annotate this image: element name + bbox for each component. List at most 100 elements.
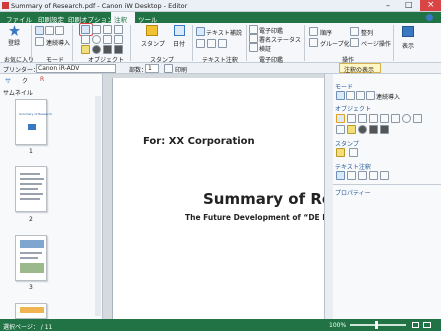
circle-icon[interactable]	[92, 35, 101, 44]
document-viewport: For: XX Corporation Summary of Rese The …	[103, 74, 324, 319]
annotations-toggle-label[interactable]: 注釈の表示	[344, 65, 374, 74]
thumbnail-page-4[interactable]	[15, 303, 47, 319]
arrange-icon[interactable]	[350, 27, 359, 36]
thumbnail-panel: サ ク R サムネイル Summary of Research 1 2 3	[0, 74, 103, 319]
objects-header: オブジェクト	[335, 106, 372, 113]
panel-tab-3[interactable]: R	[40, 76, 44, 83]
print-icon[interactable]	[164, 64, 173, 73]
panel-text-icon[interactable]	[336, 114, 345, 123]
date-icon[interactable]	[174, 25, 185, 36]
text-annotation-small-1[interactable]	[196, 39, 205, 48]
properties-header: プロパティー	[335, 190, 371, 197]
e-seal-label[interactable]: 電子印鑑	[259, 26, 283, 35]
window-title: Summary of Research.pdf - Canon iW Deskt…	[11, 2, 188, 10]
signature-status-icon[interactable]	[249, 34, 258, 43]
arrange-label[interactable]: 整列	[361, 28, 373, 37]
panel-date-icon[interactable]	[349, 148, 358, 157]
close-icon[interactable]: ×	[427, 0, 435, 10]
text-annotation-small-3[interactable]	[218, 39, 227, 48]
panel-callout-icon[interactable]	[347, 114, 356, 123]
verify-icon[interactable]	[249, 43, 258, 52]
panel-tab-1[interactable]: サ	[5, 76, 11, 85]
highlighter-icon[interactable]	[81, 45, 90, 54]
order-label[interactable]: 順序	[320, 28, 332, 37]
printer-value[interactable]: Canon iR-ADV	[38, 65, 79, 72]
e-seal-icon[interactable]	[249, 25, 258, 34]
view-icon[interactable]	[402, 26, 414, 37]
panel-line-icon[interactable]	[358, 114, 367, 123]
panel-text-annot-icon-4[interactable]	[369, 171, 378, 180]
star-icon[interactable]	[9, 25, 20, 36]
fit-page-icon[interactable]	[412, 322, 419, 328]
panel-hand-icon[interactable]	[346, 91, 355, 100]
panel-text-annot-icon-3[interactable]	[358, 171, 367, 180]
panel-stamp-icon[interactable]	[336, 148, 345, 157]
text-annotation-label[interactable]: テキスト補説	[206, 28, 242, 37]
text-annotation-small-2[interactable]	[207, 39, 216, 48]
date-button-label[interactable]: 日付	[173, 39, 185, 48]
thumbnail-number-2: 2	[29, 216, 33, 223]
minimize-button[interactable]: –	[386, 1, 390, 10]
register-continuous-label[interactable]: 連続導入	[46, 38, 70, 47]
filled-rect-icon[interactable]	[103, 45, 112, 54]
panel-pen-icon[interactable]	[380, 114, 389, 123]
rectangle-icon[interactable]	[103, 35, 112, 44]
panel-polygon-icon[interactable]	[413, 114, 422, 123]
panel-rect-icon[interactable]	[391, 114, 400, 123]
group-label[interactable]: グループ化	[320, 39, 350, 48]
panel-register-icon[interactable]	[366, 91, 375, 100]
fit-width-icon[interactable]	[423, 322, 431, 328]
text-tool-icon[interactable]	[81, 25, 90, 34]
panel-top-scrollbar[interactable]	[325, 74, 333, 319]
register-label[interactable]: 登録	[8, 38, 20, 47]
zoom-mode-icon[interactable]	[55, 26, 64, 35]
text-annotation-icon[interactable]	[196, 27, 205, 36]
panel-scrollbar[interactable]	[95, 96, 101, 316]
stamp-icon[interactable]	[146, 25, 158, 36]
zoom-slider-thumb[interactable]	[375, 321, 378, 329]
stamp-button-label[interactable]: スタンプ	[141, 39, 165, 48]
panel-circle-icon[interactable]	[402, 114, 411, 123]
view-label[interactable]: 表示	[402, 41, 414, 50]
polygon-icon[interactable]	[114, 35, 123, 44]
pen-icon[interactable]	[81, 35, 90, 44]
panel-fill-circle-icon[interactable]	[358, 125, 367, 134]
panel-arrow-icon[interactable]	[369, 114, 378, 123]
panel-fill-rect-icon[interactable]	[369, 125, 378, 134]
panel-text-annot-icon-2[interactable]	[347, 171, 356, 180]
panel-select-icon[interactable]	[336, 91, 345, 100]
thumbnail-page-3[interactable]	[15, 235, 47, 281]
thumbnail-page-2[interactable]	[15, 166, 47, 212]
filled-polygon-icon[interactable]	[114, 45, 123, 54]
help-icon[interactable]	[426, 14, 433, 21]
filled-circle-icon[interactable]	[92, 45, 101, 54]
document-subtitle: The Future Development of “DE LA C	[185, 213, 324, 222]
panel-highlighter-icon[interactable]	[336, 125, 345, 134]
register-icon[interactable]	[35, 37, 44, 46]
panel-zoom-icon[interactable]	[356, 91, 365, 100]
verify-label[interactable]: 検証	[259, 44, 271, 53]
page-operation-icon[interactable]	[350, 38, 359, 47]
hand-mode-icon[interactable]	[45, 26, 54, 35]
thumbnail-page-1[interactable]: Summary of Research	[15, 99, 52, 145]
callout-icon[interactable]	[92, 25, 101, 34]
line-icon[interactable]	[103, 25, 112, 34]
page-status: 選択ページ： / 11	[3, 324, 53, 331]
panel-tab-2[interactable]: ク	[22, 76, 28, 85]
panel-register-label[interactable]: 連続導入	[376, 92, 400, 101]
maximize-button[interactable]: □	[405, 0, 413, 9]
select-mode-icon[interactable]	[35, 26, 44, 35]
panel-text-annot-icon-1[interactable]	[336, 171, 345, 180]
panel-marker-icon[interactable]	[347, 125, 356, 134]
arrow-icon[interactable]	[114, 25, 123, 34]
page-operation-label[interactable]: ページ操作	[361, 39, 391, 48]
signature-status-label[interactable]: 署名ステータス	[259, 35, 301, 44]
zoom-slider[interactable]	[350, 324, 406, 326]
panel-fill-polygon-icon[interactable]	[380, 125, 389, 134]
document-page[interactable]: For: XX Corporation Summary of Rese The …	[112, 78, 324, 319]
group-icon[interactable]	[309, 38, 318, 47]
panel-text-annot-icon-5[interactable]	[380, 171, 389, 180]
print-label[interactable]: 印刷	[175, 65, 187, 74]
order-icon[interactable]	[309, 27, 318, 36]
copies-value[interactable]: 1	[148, 65, 152, 72]
